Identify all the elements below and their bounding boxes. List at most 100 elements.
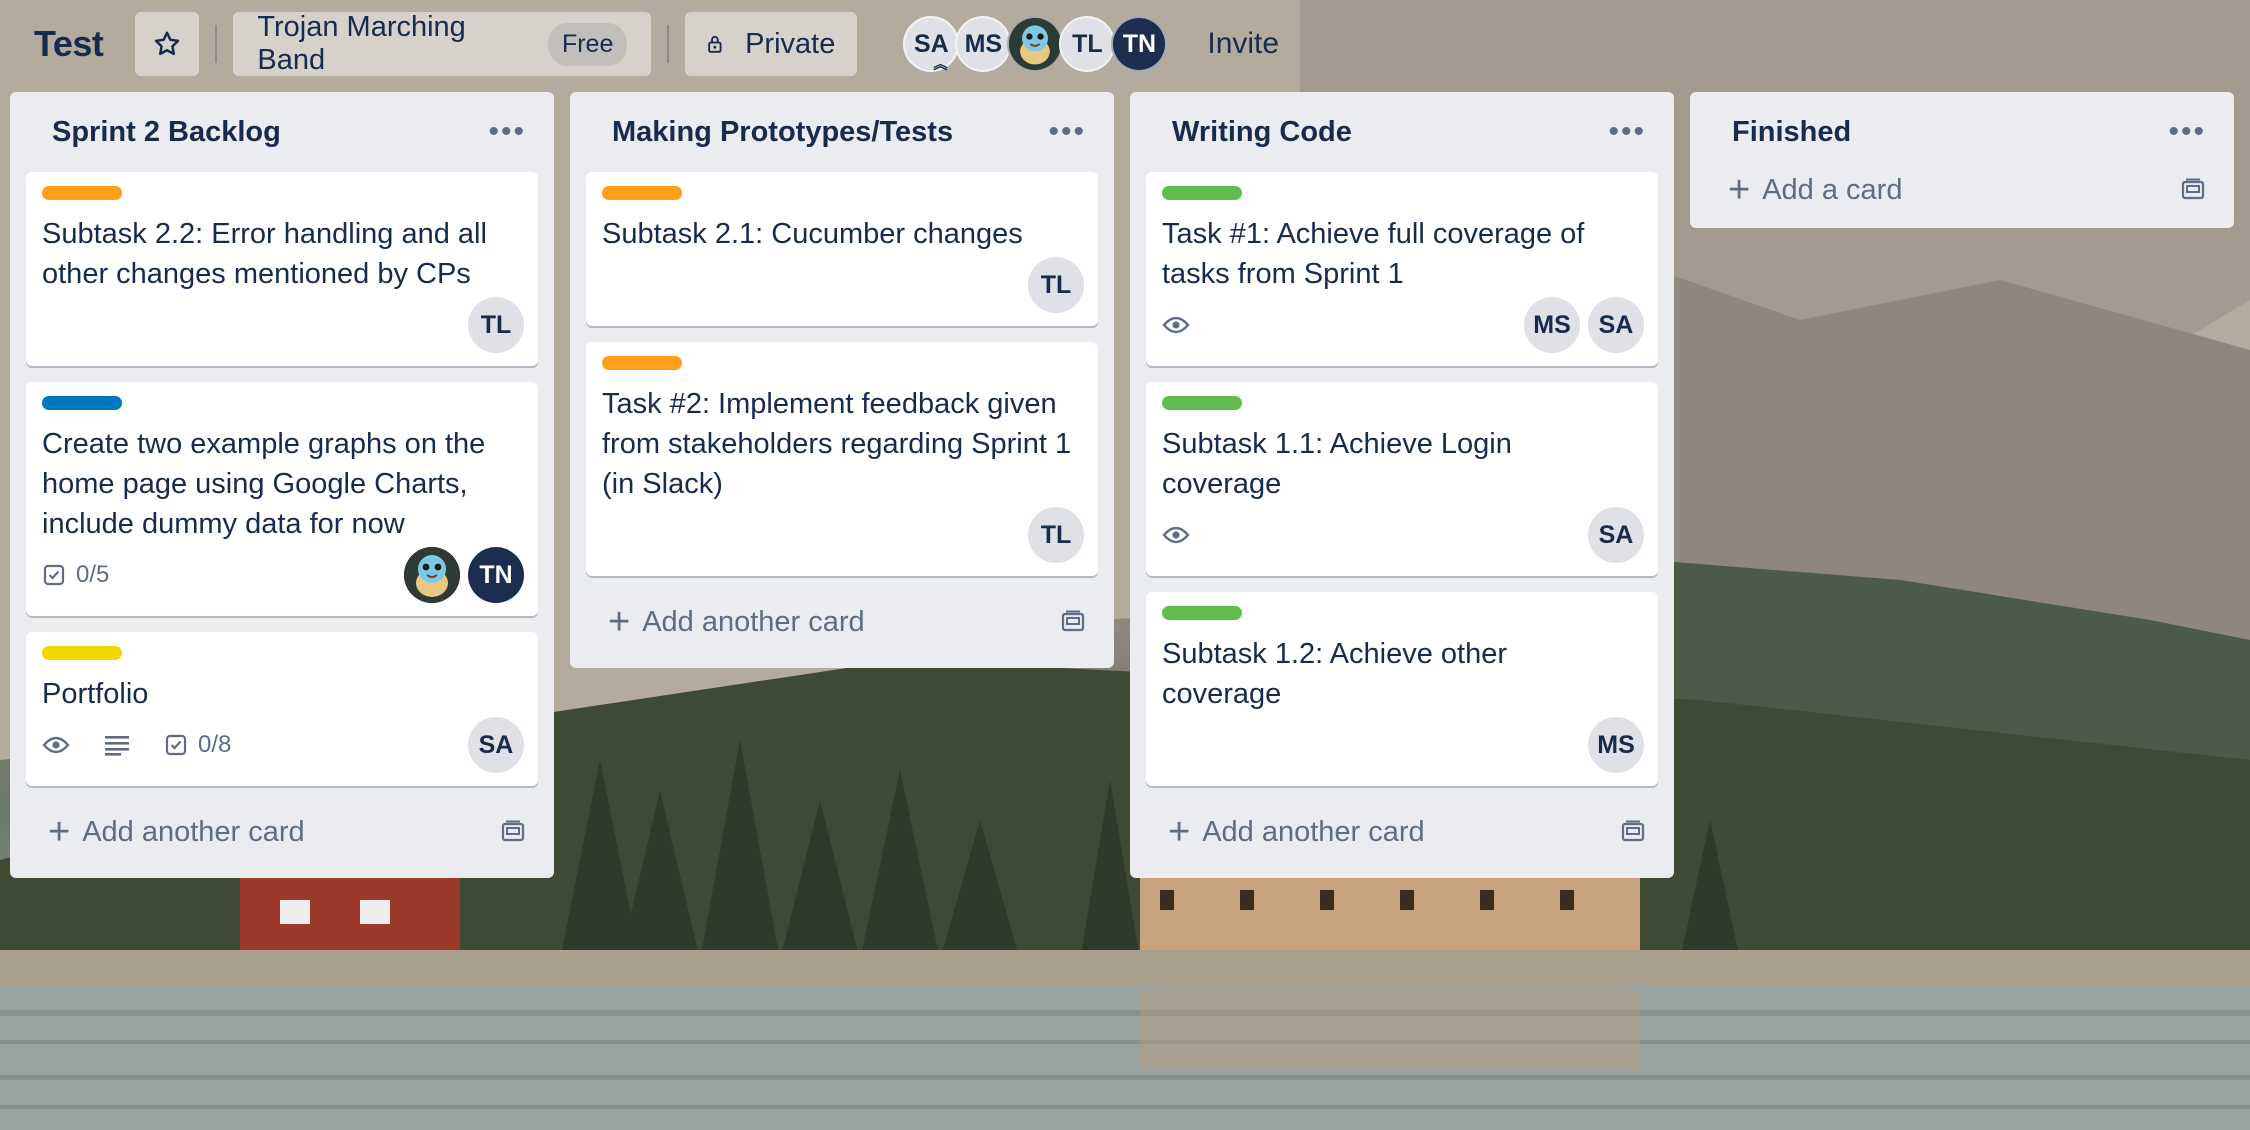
card[interactable]: Subtask 2.2: Error handling and all othe… — [26, 172, 538, 366]
card[interactable]: Task #1: Achieve full coverage of tasks … — [1146, 172, 1658, 366]
card-label[interactable] — [42, 396, 122, 410]
board-members: SA ︽ MS TL TN — [903, 16, 1168, 72]
card-badges: 0/8 — [42, 731, 255, 759]
checklist-count: 0/8 — [198, 731, 232, 758]
member-avatar[interactable]: MS — [1588, 717, 1644, 773]
card-members: TL — [1020, 507, 1084, 563]
card-title: Subtask 1.1: Achieve Login coverage — [1162, 428, 1512, 500]
watching-badge — [1162, 524, 1200, 546]
checklist-icon — [165, 734, 187, 756]
member-avatar[interactable]: TL — [1028, 507, 1084, 563]
member-avatar[interactable]: MS — [1524, 297, 1580, 353]
card-members: SA — [1580, 507, 1644, 563]
template-icon[interactable] — [1060, 609, 1086, 635]
member-avatar-photo[interactable] — [404, 547, 460, 603]
card-title: Subtask 2.1: Cucumber changes — [602, 218, 1023, 250]
template-icon[interactable] — [500, 819, 526, 845]
member-avatar[interactable]: SA ︽ — [903, 16, 960, 72]
card-label[interactable] — [1162, 396, 1242, 410]
template-icon[interactable] — [2180, 177, 2206, 203]
card-footer: SA — [1162, 506, 1644, 564]
card-members: MS SA — [1516, 297, 1644, 353]
member-avatar[interactable]: SA — [1588, 507, 1644, 563]
card-title: Portfolio — [42, 678, 149, 710]
list-title[interactable]: Finished — [1732, 116, 1851, 149]
member-avatar[interactable]: TL — [1028, 257, 1084, 313]
board-title[interactable]: Test — [34, 23, 104, 65]
member-avatar[interactable]: SA — [1588, 297, 1644, 353]
add-card-label: Add a card — [1762, 173, 1903, 206]
card-title: Subtask 1.2: Achieve other coverage — [1162, 638, 1507, 710]
card-label[interactable] — [42, 186, 122, 200]
member-avatar[interactable]: MS — [955, 16, 1012, 72]
card[interactable]: Subtask 2.1: Cucumber changes TL — [586, 172, 1098, 326]
card-badges — [1162, 524, 1224, 546]
card-members: MS — [1580, 717, 1644, 773]
star-board-button[interactable] — [135, 12, 200, 76]
checklist-badge: 0/8 — [164, 731, 231, 759]
add-card-button[interactable]: + Add another card — [586, 592, 1098, 652]
member-avatar[interactable]: TN — [468, 547, 524, 603]
add-card-label: Add another card — [1202, 815, 1425, 848]
plus-icon: + — [48, 811, 71, 853]
add-card-button[interactable]: + Add another card — [26, 802, 538, 862]
card-label[interactable] — [42, 646, 122, 660]
list-making-prototypes: Making Prototypes/Tests ••• Subtask 2.1:… — [570, 92, 1114, 668]
team-button[interactable]: Trojan Marching Band Free — [233, 11, 652, 76]
add-card-button[interactable]: + Add a card — [1706, 160, 2218, 220]
list-header: Sprint 2 Backlog ••• — [26, 92, 538, 172]
squirtle-avatar-icon — [404, 547, 460, 603]
lock-icon — [708, 35, 722, 53]
list-menu-icon[interactable]: ••• — [1048, 115, 1096, 149]
member-avatar-photo[interactable] — [1007, 16, 1064, 72]
card-label[interactable] — [602, 186, 682, 200]
eye-icon — [1162, 316, 1190, 334]
list-menu-icon[interactable]: ••• — [2168, 115, 2216, 149]
add-card-button[interactable]: + Add another card — [1146, 802, 1658, 862]
card-footer: TL — [602, 506, 1084, 564]
list-writing-code: Writing Code ••• Task #1: Achieve full c… — [1130, 92, 1674, 878]
plus-icon: + — [608, 601, 631, 643]
description-icon — [105, 736, 129, 756]
invite-button[interactable]: Invite — [1207, 27, 1279, 61]
eye-icon — [42, 736, 70, 754]
card[interactable]: Create two example graphs on the home pa… — [26, 382, 538, 616]
card-title: Task #2: Implement feedback given from s… — [602, 388, 1072, 500]
member-avatar[interactable]: TN — [1111, 16, 1168, 72]
card-label[interactable] — [1162, 186, 1242, 200]
checklist-count: 0/5 — [76, 561, 110, 588]
card-footer: TL — [602, 256, 1084, 314]
template-icon[interactable] — [1620, 819, 1646, 845]
list-title[interactable]: Sprint 2 Backlog — [52, 116, 281, 149]
checklist-icon — [43, 564, 65, 586]
card-label[interactable] — [602, 356, 682, 370]
card[interactable]: Subtask 1.2: Achieve other coverage MS — [1146, 592, 1658, 786]
member-avatar[interactable]: TL — [1059, 16, 1116, 72]
card[interactable]: Portfolio 0/8 SA — [26, 632, 538, 786]
watching-badge — [42, 734, 80, 756]
list-menu-icon[interactable]: ••• — [1608, 115, 1656, 149]
card-members: TL — [1020, 257, 1084, 313]
plus-icon: + — [1728, 169, 1751, 211]
card[interactable]: Task #2: Implement feedback given from s… — [586, 342, 1098, 576]
card-badges: 0/5 — [42, 561, 133, 589]
card-footer: 0/5 TN — [42, 546, 524, 604]
visibility-label: Private — [745, 27, 836, 60]
header-divider — [667, 25, 670, 63]
card-footer: MS SA — [1162, 296, 1644, 354]
description-badge — [104, 734, 140, 756]
member-avatar[interactable]: TL — [468, 297, 524, 353]
list-menu-icon[interactable]: ••• — [488, 115, 536, 149]
admin-chevron-icon: ︽ — [933, 56, 948, 72]
member-avatar[interactable]: SA — [468, 717, 524, 773]
card-label[interactable] — [1162, 606, 1242, 620]
card-title: Create two example graphs on the home pa… — [42, 428, 486, 540]
card-footer: 0/8 SA — [42, 716, 524, 774]
card-members: TN — [396, 547, 524, 603]
list-title[interactable]: Making Prototypes/Tests — [612, 116, 953, 149]
list-finished: Finished ••• + Add a card — [1690, 92, 2234, 228]
add-card-label: Add another card — [82, 815, 305, 848]
list-title[interactable]: Writing Code — [1172, 116, 1352, 149]
visibility-button[interactable]: Private — [685, 12, 858, 76]
card[interactable]: Subtask 1.1: Achieve Login coverage SA — [1146, 382, 1658, 576]
